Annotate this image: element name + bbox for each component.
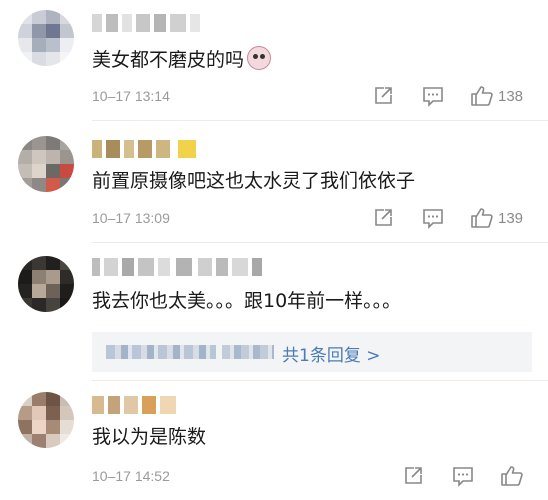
divider	[92, 380, 548, 381]
comment-button[interactable]	[422, 84, 444, 108]
username-pixelated[interactable]	[92, 396, 192, 414]
comment-text: 美女都不磨皮的吗	[92, 46, 272, 73]
share-icon	[375, 87, 392, 104]
comment-text: 前置原摄像吧这也太水灵了我们依依子	[92, 170, 416, 192]
comment-text-content: 美女都不磨皮的吗	[92, 49, 245, 71]
thumbs-up-icon	[501, 466, 523, 486]
like-count: 138	[498, 87, 524, 105]
divider	[92, 120, 548, 121]
comment-actions	[400, 464, 530, 488]
reply-preview[interactable]: 共1条回复 >	[92, 332, 532, 372]
share-icon	[405, 467, 422, 484]
share-icon	[375, 209, 392, 226]
thumbs-up-icon	[471, 86, 493, 106]
timestamp: 10–17 13:14	[92, 88, 170, 104]
comment-bubble-icon	[423, 87, 443, 107]
comment-text: 我去你也太美。。。跟10年前一样。。。	[92, 290, 402, 312]
comment-bubble-icon	[453, 467, 473, 487]
username-pixelated[interactable]	[92, 258, 282, 276]
comment-item: 我去你也太美。。。跟10年前一样。。。 共1条回复 >	[0, 246, 548, 382]
comment-item: 前置原摄像吧这也太水灵了我们依依子 10–17 13:09 139	[0, 124, 548, 240]
like-button[interactable]	[500, 464, 524, 488]
repost-button[interactable]	[372, 84, 394, 108]
username-pixelated[interactable]	[92, 14, 222, 32]
view-replies-link[interactable]: 共1条回复 >	[282, 341, 380, 366]
comment-item: 我以为是陈数 10–17 14:52	[0, 384, 548, 500]
thumbs-up-icon	[471, 208, 493, 228]
comment-button[interactable]	[422, 206, 444, 230]
repost-button[interactable]	[372, 206, 394, 230]
reply-author-pixelated	[222, 345, 274, 359]
comment-button[interactable]	[452, 464, 474, 488]
reply-author-pixelated	[106, 345, 216, 359]
timestamp: 10–17 14:52	[92, 468, 170, 484]
avatar[interactable]	[18, 256, 74, 312]
comment-actions: 139	[370, 206, 530, 230]
like-count: 139	[498, 209, 524, 227]
face-emoji-icon	[247, 46, 272, 70]
comment-bubble-icon	[423, 209, 443, 229]
timestamp: 10–17 13:09	[92, 210, 170, 226]
avatar[interactable]	[18, 136, 74, 192]
avatar[interactable]	[18, 392, 74, 448]
repost-button[interactable]	[402, 464, 424, 488]
avatar[interactable]	[18, 10, 74, 66]
comment-text: 我以为是陈数	[92, 426, 207, 448]
comment-item: 美女都不磨皮的吗 10–17 13:14 138	[0, 0, 548, 118]
comment-actions: 138	[370, 84, 530, 108]
divider	[92, 242, 548, 243]
username-pixelated[interactable]	[92, 140, 222, 158]
like-button[interactable]: 139	[470, 206, 523, 230]
like-button[interactable]: 138	[470, 84, 523, 108]
